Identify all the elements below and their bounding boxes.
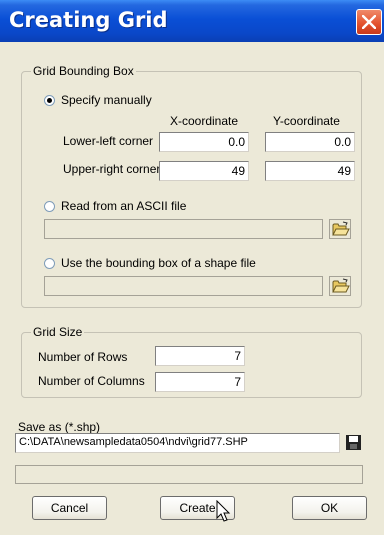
ascii-browse-button[interactable] (329, 219, 351, 239)
open-folder-icon (332, 278, 350, 293)
save-path-field[interactable]: C:\DATA\newsampledata0504\ndvi\grid77.SH… (15, 433, 340, 453)
grid-size-group-label: Grid Size (31, 325, 85, 339)
rows-field[interactable]: 7 (155, 346, 245, 366)
columns-field[interactable]: 7 (155, 372, 245, 392)
shape-file-radio[interactable] (44, 258, 55, 269)
ascii-file-path-field[interactable] (44, 219, 323, 239)
close-icon (362, 15, 376, 29)
ascii-file-label[interactable]: Read from an ASCII file (61, 199, 186, 213)
title-bar[interactable]: Creating Grid (0, 0, 384, 42)
shape-file-path-field[interactable] (44, 276, 323, 296)
ascii-file-radio[interactable] (44, 201, 55, 212)
shape-file-label[interactable]: Use the bounding box of a shape file (61, 256, 256, 270)
creating-grid-dialog: Creating Grid Grid Bounding Box Specify … (0, 0, 384, 535)
floppy-disk-icon (346, 435, 361, 450)
close-button[interactable] (356, 9, 382, 35)
cancel-button[interactable]: Cancel (32, 496, 107, 520)
upper-right-y-field[interactable]: 49 (265, 161, 355, 181)
upper-right-corner-label: Upper-right corner (63, 162, 161, 176)
shape-browse-button[interactable] (329, 276, 351, 296)
save-browse-button[interactable] (343, 433, 365, 453)
mouse-cursor-icon (216, 500, 231, 522)
lower-left-y-field[interactable]: 0.0 (265, 132, 355, 152)
x-coordinate-header: X-coordinate (170, 114, 239, 128)
window-title: Creating Grid (9, 8, 168, 32)
ok-button[interactable]: OK (292, 496, 367, 520)
bounding-box-group-label: Grid Bounding Box (31, 64, 136, 78)
specify-manually-label[interactable]: Specify manually (61, 93, 152, 107)
y-coordinate-header: Y-coordinate (273, 114, 340, 128)
lower-left-corner-label: Lower-left corner (63, 134, 154, 148)
progress-bar (15, 465, 363, 484)
upper-right-x-field[interactable]: 49 (159, 161, 249, 181)
rows-label: Number of Rows (38, 350, 128, 364)
lower-left-x-field[interactable]: 0.0 (159, 132, 249, 152)
save-as-label: Save as (*.shp) (18, 420, 101, 434)
open-folder-icon (332, 221, 350, 236)
columns-label: Number of Columns (38, 374, 145, 388)
specify-manually-radio[interactable] (44, 95, 55, 106)
